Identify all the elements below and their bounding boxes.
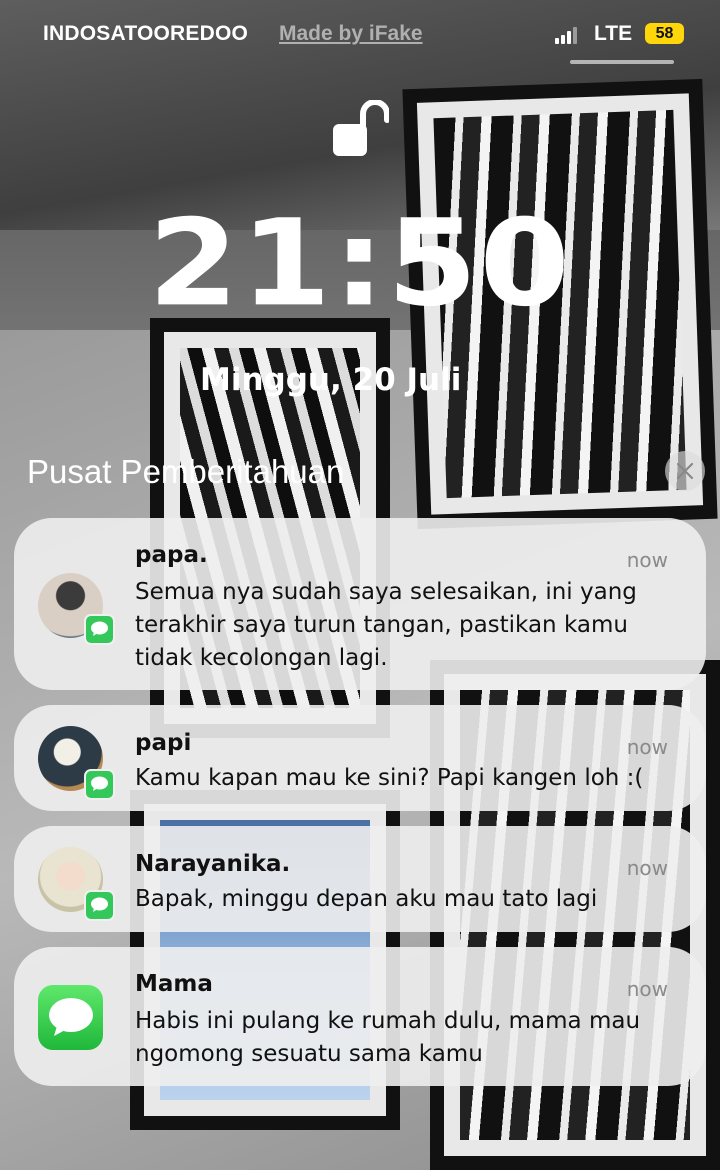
cellular-signal-icon [555,26,581,44]
battery-icon: 58 [645,23,684,44]
notification-sender: papa. [135,542,208,568]
messages-badge-icon [84,769,115,800]
close-icon [676,462,694,480]
watermark-text: Made by iFake [279,22,423,45]
status-bar: INDOSATOOREDOO Made by iFake LTE 58 [0,0,720,70]
lock-screen-date: Minggu, 20 Juli [200,362,462,398]
network-type: LTE [594,22,633,45]
notification-card[interactable]: Narayanika. now Bapak, minggu depan aku … [14,826,706,932]
notification-message: Semua nya sudah saya selesaikan, ini yan… [135,579,637,671]
carrier-name: INDOSATOOREDOO [43,22,249,45]
messages-badge-icon [84,890,115,921]
notification-card[interactable]: Mama now Habis ini pulang ke rumah dulu,… [14,947,706,1086]
notification-message: Bapak, minggu depan aku mau tato lagi [135,886,598,912]
unlocked-padlock-icon [333,99,390,158]
clear-notifications-button[interactable] [665,451,705,491]
notification-time: now [626,735,668,759]
lock-screen-time: 21:50 [148,193,572,333]
notification-center-title: Pusat Pemberitahuan [27,453,345,490]
notification-sender: papi [135,730,192,756]
notification-message: Kamu kapan mau ke sini? Papi kangen loh … [135,765,644,791]
notification-card[interactable]: papa. now Semua nya sudah saya selesaika… [14,518,706,690]
notification-sender: Narayanika. [135,851,291,877]
notification-time: now [626,977,668,1001]
battery-level: 58 [655,25,674,42]
notification-message: Habis ini pulang ke rumah dulu, mama mau… [135,1008,641,1067]
notification-sender: Mama [135,971,213,997]
notification-time: now [626,856,668,880]
messages-app-icon [38,985,103,1050]
messages-badge-icon [84,614,115,645]
notification-time: now [626,548,668,572]
notification-card[interactable]: papi now Kamu kapan mau ke sini? Papi ka… [14,705,706,811]
control-center-indicator[interactable] [570,60,674,64]
